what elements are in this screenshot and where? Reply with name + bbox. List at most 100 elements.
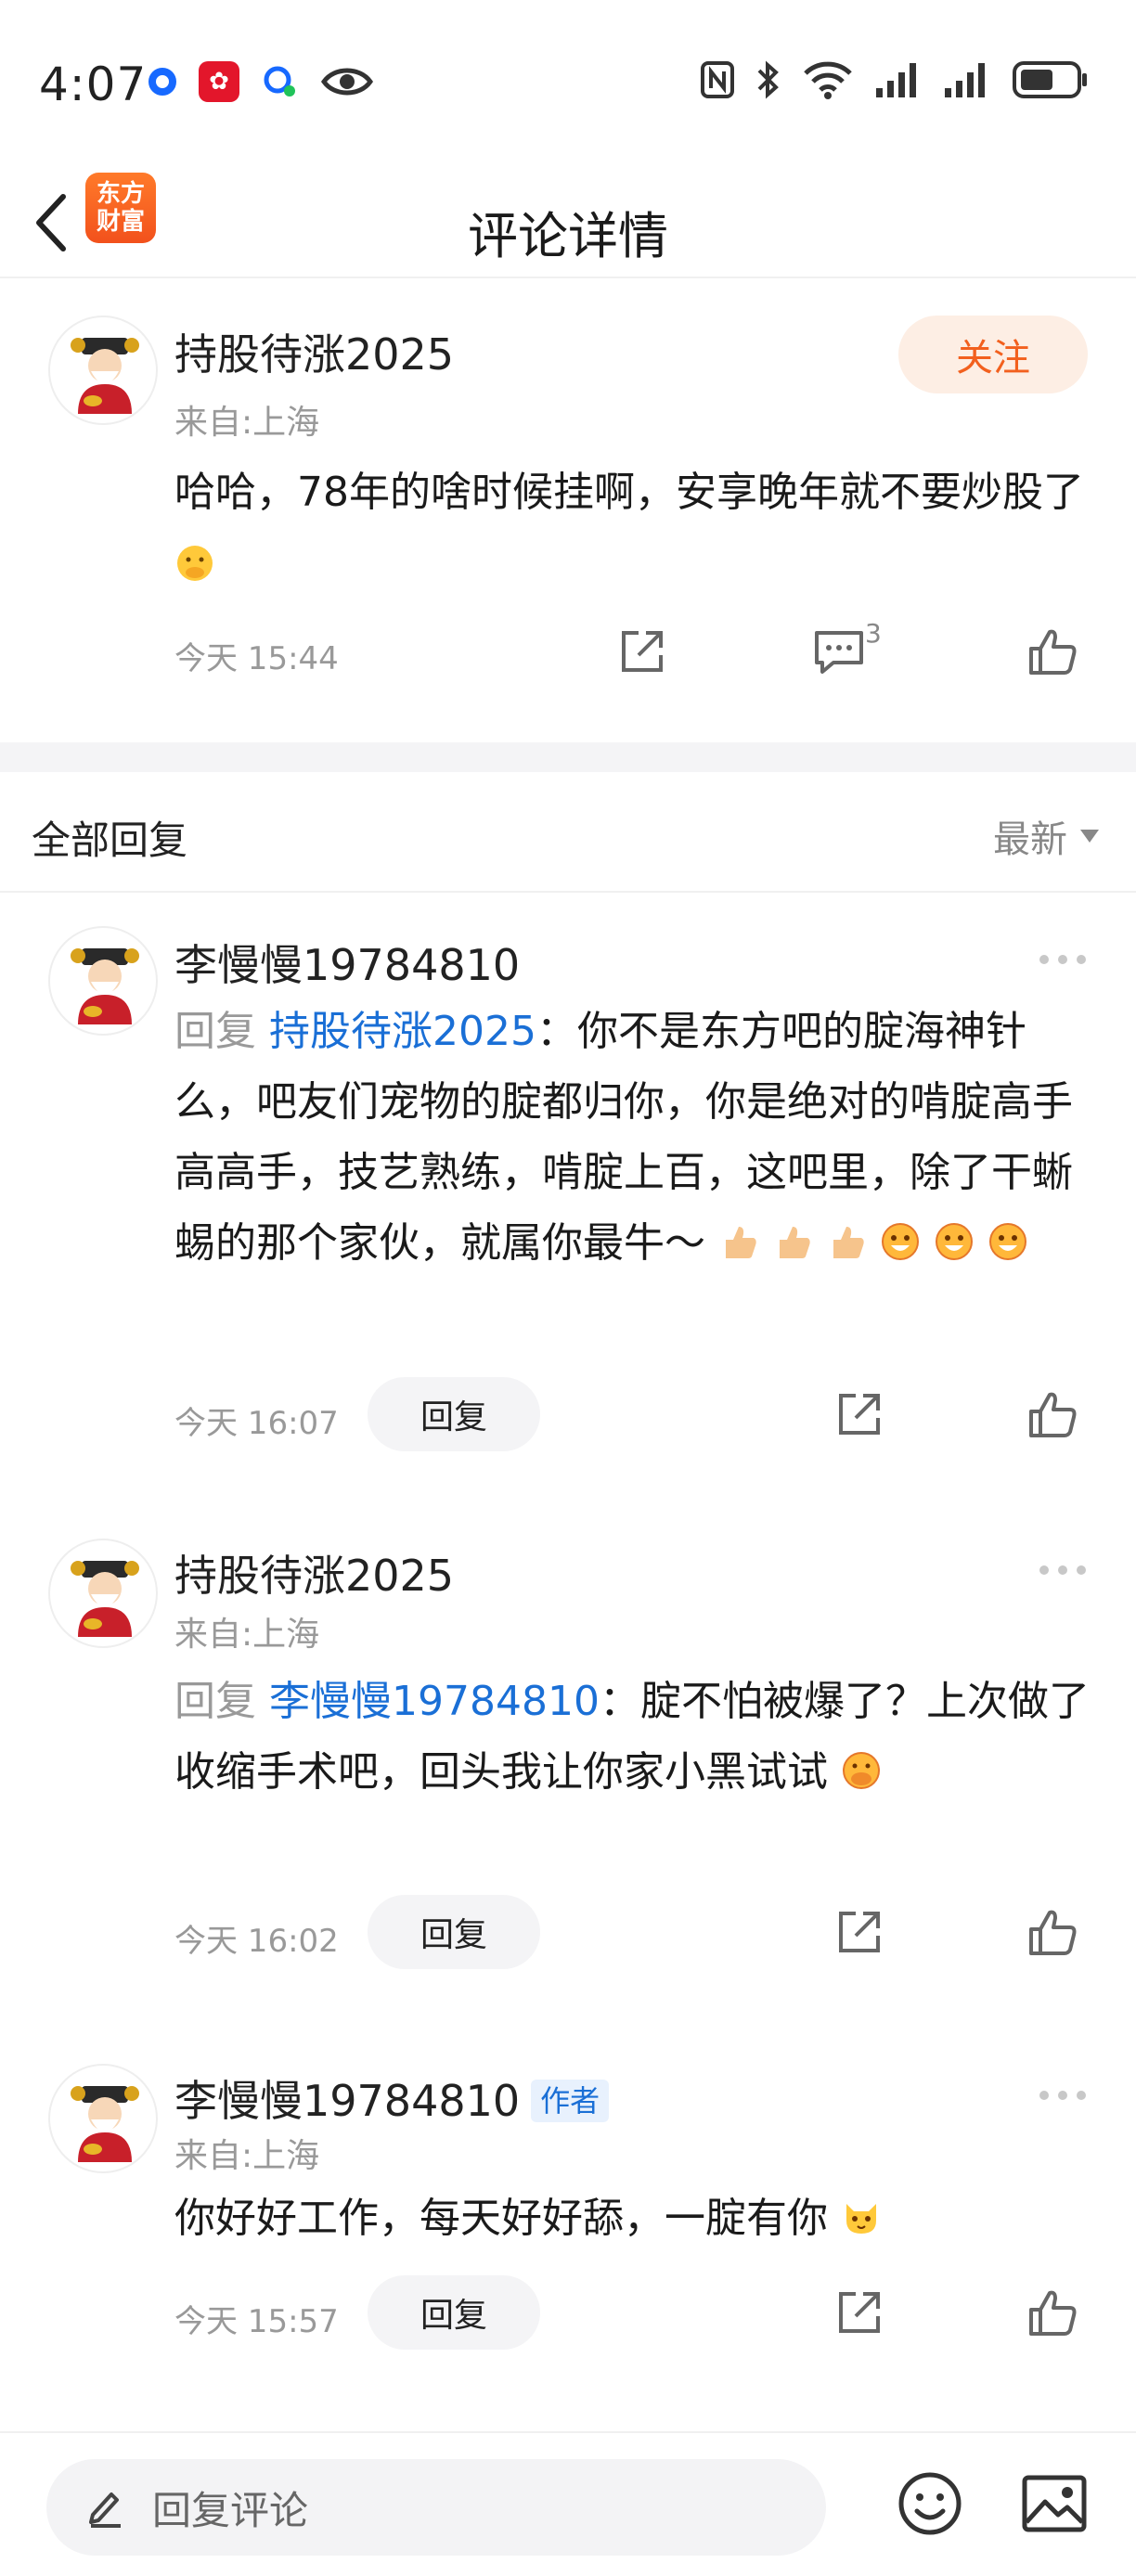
- reply-content: 回复 持股待涨2025：你不是东方吧的腚海神针么，吧友们宠物的腚都归你，你是绝对…: [174, 997, 1093, 1279]
- reply-timestamp: 今天 16:02: [174, 1923, 339, 1960]
- comment-count: 3: [865, 618, 882, 649]
- chat-bubble-icon: [264, 66, 295, 97]
- smile-emoji-icon: [936, 1223, 973, 1260]
- smile-emoji-icon: [989, 1223, 1026, 1260]
- share-icon: [839, 1394, 880, 1435]
- smile-emoji-icon: [882, 1223, 919, 1260]
- avatar-god-of-wealth-icon: [71, 2086, 139, 2162]
- avatar[interactable]: [48, 926, 158, 1036]
- thumbs-up-emoji-icon: [833, 1227, 864, 1258]
- reply-item: 持股待涨2025 来自:上海 回复 李慢慢19784810：腚不怕被爆了？上次做…: [0, 1507, 1136, 2027]
- more-options-button[interactable]: [1030, 941, 1095, 978]
- navigation-header: 东方 财富 评论详情: [0, 167, 1136, 278]
- thumbs-up-icon: [1029, 1392, 1077, 1437]
- bottom-reply-bar: 回复评论: [0, 2431, 1136, 2576]
- nfc-icon: [701, 61, 734, 98]
- share-button[interactable]: [832, 2285, 887, 2340]
- more-options-button[interactable]: [1030, 1552, 1095, 1589]
- author-badge: 作者: [531, 2079, 610, 2122]
- reply-button[interactable]: 回复: [368, 1895, 540, 1969]
- avatar[interactable]: [48, 1539, 158, 1648]
- like-button[interactable]: [1025, 624, 1080, 679]
- wifi-icon: [804, 61, 852, 99]
- comment-count-button[interactable]: [811, 624, 867, 679]
- status-bar: 4:07 ✿: [0, 0, 1136, 167]
- signal-icon-2: [945, 63, 985, 97]
- status-time: 4:07: [39, 58, 148, 111]
- mention-link[interactable]: 李慢慢19784810: [269, 1678, 600, 1725]
- section-divider: [0, 742, 1136, 772]
- like-button[interactable]: [1025, 1386, 1080, 1442]
- comment-content: 哈哈，78年的啥时候挂啊，安享晚年就不要炒股了: [174, 457, 1084, 601]
- avatar[interactable]: [48, 2064, 158, 2173]
- thumbs-up-icon: [1029, 1910, 1077, 1955]
- reply-button[interactable]: 回复: [368, 1377, 540, 1451]
- covering-mouth-emoji-icon: [843, 1752, 880, 1789]
- share-button[interactable]: [832, 1386, 887, 1442]
- share-icon: [839, 2292, 880, 2333]
- reply-prefix: 回复: [174, 1678, 256, 1725]
- avatar-god-of-wealth-icon: [71, 1561, 139, 1637]
- share-icon: [839, 1912, 880, 1952]
- dropdown-triangle-icon: [1080, 830, 1099, 843]
- pencil-icon: [89, 2492, 121, 2528]
- image-icon: [1022, 2475, 1087, 2532]
- share-button[interactable]: [614, 624, 670, 679]
- bluetooth-icon: [757, 60, 779, 99]
- thumbs-up-icon: [1029, 2290, 1077, 2336]
- avatar-god-of-wealth-icon: [71, 338, 139, 414]
- sort-label: 最新: [993, 818, 1067, 861]
- thumbs-up-emoji-icon: [780, 1227, 810, 1258]
- reply-location: 来自:上海: [174, 2137, 320, 2175]
- avatar-god-of-wealth-icon: [71, 948, 139, 1024]
- share-button[interactable]: [832, 1904, 887, 1960]
- reply-button[interactable]: 回复: [368, 2275, 540, 2350]
- comment-username[interactable]: 持股待涨2025: [174, 321, 454, 382]
- eye-icon: [321, 68, 373, 96]
- replies-header: 全部回复 最新: [0, 772, 1136, 893]
- comment-location: 来自:上海: [174, 404, 320, 442]
- reply-location: 来自:上海: [174, 1616, 320, 1654]
- comment-timestamp: 今天 15:44: [174, 640, 339, 677]
- page-title: 评论详情: [468, 207, 668, 265]
- cat-face-emoji-icon: [846, 2204, 876, 2234]
- reply-item: 李慢慢19784810 回复 持股待涨2025：你不是东方吧的腚海神针么，吧友们…: [0, 895, 1136, 1507]
- follow-button[interactable]: 关注: [898, 316, 1088, 393]
- mention-link[interactable]: 持股待涨2025: [269, 1008, 536, 1055]
- signal-icon-1: [876, 63, 916, 97]
- status-notification-icons: ✿: [148, 61, 373, 102]
- main-comment: 持股待涨2025 来自:上海 关注 哈哈，78年的啥时候挂啊，安享晚年就不要炒股…: [0, 278, 1136, 742]
- smiley-icon: [898, 2472, 962, 2535]
- like-button[interactable]: [1025, 1904, 1080, 1960]
- reply-username[interactable]: 持股待涨2025: [174, 1542, 454, 1604]
- battery-icon: [1013, 61, 1087, 98]
- reply-content: 回复 李慢慢19784810：腚不怕被爆了？上次做了收缩手术吧，回头我让你家小黑…: [174, 1667, 1093, 1808]
- more-options-button[interactable]: [1030, 2077, 1095, 2114]
- reply-content-text: 你好好工作，每天好好舔，一腚有你: [174, 2195, 828, 2242]
- covering-mouth-emoji-icon: [177, 546, 213, 581]
- reply-item: 李慢慢19784810 作者 来自:上海 你好好工作，每天好好舔，一腚有你 今天 …: [0, 2027, 1136, 2426]
- emoji-button[interactable]: [897, 2470, 963, 2537]
- replies-title: 全部回复: [32, 818, 188, 863]
- shopping-app-icon: ✿: [199, 61, 239, 102]
- reply-username[interactable]: 李慢慢19784810: [174, 932, 520, 993]
- status-system-icons: [700, 59, 1090, 100]
- like-button[interactable]: [1025, 2285, 1080, 2340]
- image-upload-button[interactable]: [1021, 2474, 1088, 2533]
- reply-content: 你好好工作，每天好好舔，一腚有你: [174, 2183, 1093, 2255]
- reply-timestamp: 今天 16:07: [174, 1405, 339, 1442]
- reply-username-text: 李慢慢19784810: [174, 2076, 521, 2126]
- comment-bubble-icon: [815, 631, 863, 674]
- sort-dropdown[interactable]: 最新: [993, 809, 1099, 863]
- reply-prefix: 回复: [174, 1008, 256, 1055]
- thumbs-up-emoji-icon: [726, 1227, 756, 1258]
- reply-input-placeholder: 回复评论: [152, 2487, 309, 2533]
- reply-timestamp: 今天 15:57: [174, 2303, 339, 2340]
- comment-content-text: 哈哈，78年的啥时候挂啊，安享晚年就不要炒股了: [174, 469, 1084, 516]
- app-notification-icon: [148, 68, 176, 96]
- avatar[interactable]: [48, 316, 158, 425]
- reply-username[interactable]: 李慢慢19784810 作者: [174, 2067, 610, 2129]
- thumbs-up-icon: [1029, 629, 1077, 675]
- share-icon: [622, 631, 663, 672]
- reply-input[interactable]: 回复评论: [46, 2459, 826, 2556]
